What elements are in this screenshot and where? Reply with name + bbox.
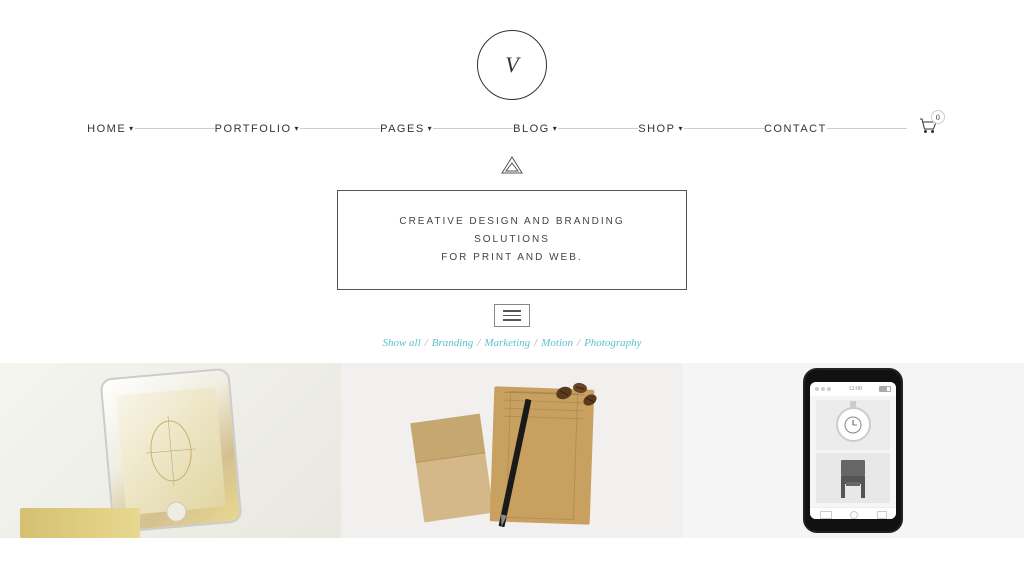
- nav-item-shop[interactable]: SHOP ▾: [638, 123, 684, 135]
- nav-item-contact[interactable]: CONTACT: [764, 123, 827, 135]
- main-nav: HOME ▾ PORTFOLIO ▾ PAGES ▾ BLOG ▾ SHOP ▾…: [0, 118, 1024, 139]
- nav-icon: [850, 511, 858, 519]
- logo-symbol: V: [505, 52, 518, 78]
- nav-divider: [433, 128, 513, 129]
- hero-text-box: CREATIVE DESIGN AND BRANDING SOLUTIONS F…: [337, 190, 687, 290]
- nav-divider: [827, 128, 907, 129]
- chair-product-area: [816, 453, 890, 503]
- filter-show-all[interactable]: Show all: [382, 337, 420, 349]
- portfolio-item-watch-app[interactable]: 12:00: [683, 363, 1024, 538]
- filter-links: Show all / Branding / Marketing / Motion…: [382, 337, 641, 349]
- nav-item-portfolio[interactable]: PORTFOLIO ▾: [215, 123, 300, 135]
- coffee-beans: [552, 378, 602, 418]
- portfolio-grid: 12:00: [0, 363, 1024, 538]
- product-image-area: [816, 400, 890, 450]
- header: V HOME ▾ PORTFOLIO ▾ PAGES ▾ BLOG ▾ SHOP…: [0, 0, 1024, 139]
- filter-button[interactable]: [494, 304, 530, 327]
- filter-marketing[interactable]: Marketing: [484, 337, 530, 349]
- nav-divider: [558, 128, 638, 129]
- gold-card: [20, 508, 140, 538]
- nav-item-blog[interactable]: BLOG ▾: [513, 123, 558, 135]
- logo[interactable]: V: [477, 30, 547, 100]
- envelope: [410, 413, 493, 522]
- watch-icon: [836, 407, 871, 442]
- cart-count: 0: [931, 110, 945, 124]
- filter-sep: /: [577, 337, 580, 349]
- hero-line2: FOR PRINT AND WEB.: [398, 249, 626, 267]
- hero-triangle-icon: [500, 155, 524, 180]
- nav-divider: [684, 128, 764, 129]
- cart-button[interactable]: 0: [919, 118, 937, 139]
- nav-divider: [135, 128, 215, 129]
- phone-status-bar: 12:00: [810, 382, 896, 396]
- filter-sep: /: [477, 337, 480, 349]
- nav-item-home[interactable]: HOME ▾: [87, 123, 135, 135]
- phone-screen-gold: [116, 386, 226, 514]
- filter-photography[interactable]: Photography: [584, 337, 641, 349]
- portfolio-item-notebook[interactable]: [341, 363, 682, 538]
- filter-branding[interactable]: Branding: [432, 337, 474, 349]
- nav-divider: [300, 128, 380, 129]
- nav-icon: [820, 511, 832, 519]
- filter-sep: /: [534, 337, 537, 349]
- phone-mockup-dark: 12:00: [803, 368, 903, 533]
- nav-item-pages[interactable]: PAGES ▾: [380, 123, 433, 135]
- hero-section: CREATIVE DESIGN AND BRANDING SOLUTIONS F…: [0, 155, 1024, 349]
- app-content: [810, 396, 896, 507]
- filter-motion[interactable]: Motion: [541, 337, 573, 349]
- hamburger-icon: [503, 310, 521, 321]
- signal-icon: [815, 387, 831, 391]
- phone-screen-watch: 12:00: [810, 382, 896, 519]
- hero-line1: CREATIVE DESIGN AND BRANDING SOLUTIONS: [398, 213, 626, 249]
- filter-icon-wrapper: [494, 304, 530, 327]
- battery-icon: [879, 386, 891, 392]
- notebook-composition: [402, 373, 622, 528]
- time-display: 12:00: [848, 386, 862, 392]
- nav-icon: [877, 511, 887, 519]
- app-bottom-nav: [810, 507, 896, 519]
- filter-sep: /: [425, 337, 428, 349]
- portfolio-item-phone-gold[interactable]: [0, 363, 341, 538]
